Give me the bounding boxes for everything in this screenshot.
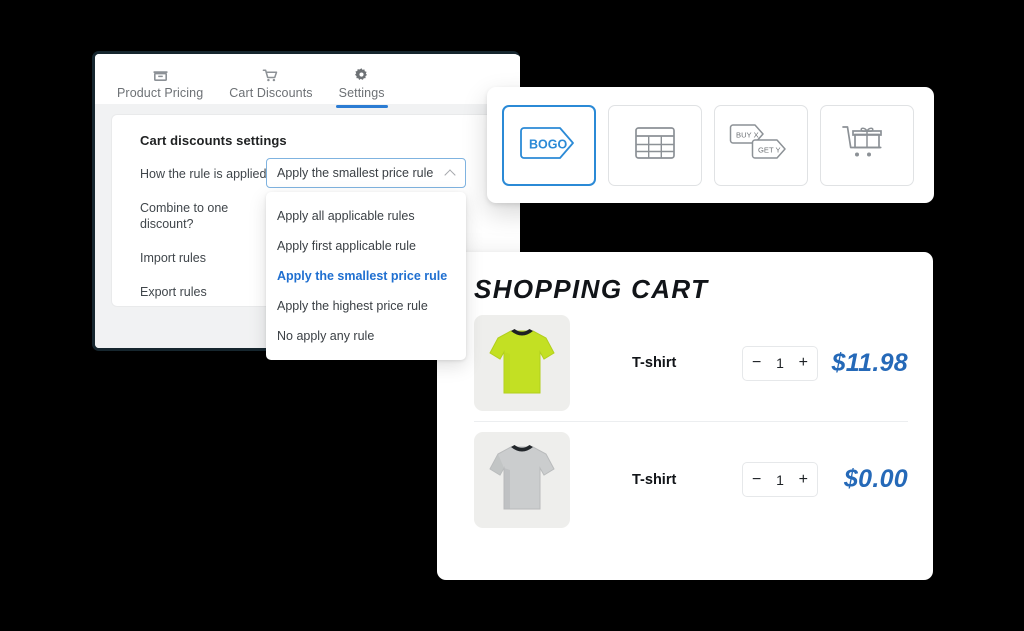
- buy-x-get-y-tags-icon: BUY X GET Y: [728, 122, 794, 169]
- tab-label: Cart Discounts: [229, 86, 313, 100]
- rule-applied-dropdown-menu: Apply all applicable rules Apply first a…: [266, 192, 466, 360]
- decrease-quantity-button[interactable]: −: [752, 355, 761, 371]
- screenshot-root: Product Pricing Cart Discounts Settings …: [0, 0, 1024, 631]
- tab-product-pricing[interactable]: Product Pricing: [117, 66, 203, 104]
- bogo-tag-icon: BOGO: [518, 125, 580, 166]
- dropdown-option-selected[interactable]: Apply the smallest price rule: [266, 261, 466, 291]
- dropdown-option[interactable]: Apply the highest price rule: [266, 291, 466, 321]
- quantity-stepper[interactable]: − 1 +: [742, 462, 818, 497]
- cart-title: SHOPPING CART: [474, 274, 709, 304]
- card-title: Cart discounts settings: [140, 133, 287, 148]
- item-price: $11.98: [831, 348, 908, 377]
- discount-type-card-buy-x-get-y[interactable]: BUY X GET Y: [714, 104, 808, 186]
- decrease-quantity-button[interactable]: −: [752, 471, 761, 488]
- gear-icon: [353, 66, 370, 83]
- setting-label: Combine to one discount?: [140, 201, 229, 231]
- svg-text:BUY X: BUY X: [736, 130, 759, 139]
- dropdown-option[interactable]: Apply all applicable rules: [266, 201, 466, 231]
- cart-icon: [262, 66, 279, 83]
- product-thumbnail: [474, 315, 570, 411]
- tab-label: Product Pricing: [117, 86, 204, 100]
- setting-label: Export rules: [140, 285, 207, 299]
- tab-settings[interactable]: Settings: [335, 66, 388, 108]
- quantity-value: 1: [776, 355, 784, 371]
- svg-text:GET Y: GET Y: [758, 145, 781, 154]
- cart-gift-icon: [840, 122, 894, 169]
- dropdown-option[interactable]: Apply first applicable rule: [266, 231, 466, 261]
- tab-cart-discounts[interactable]: Cart Discounts: [229, 66, 313, 104]
- product-thumbnail: [474, 431, 570, 528]
- dropdown-option[interactable]: No apply any rule: [266, 321, 466, 351]
- box-icon: [152, 66, 169, 83]
- discount-type-card-cart-gift[interactable]: [820, 104, 914, 186]
- table-grid-icon: [634, 125, 676, 166]
- setting-label: Import rules: [140, 251, 206, 265]
- discount-type-card-bogo[interactable]: BOGO: [502, 104, 596, 186]
- product-name: T-shirt: [632, 355, 677, 371]
- setting-label: How the rule is applied: [140, 167, 267, 181]
- product-name: T-shirt: [632, 471, 677, 488]
- increase-quantity-button[interactable]: +: [799, 355, 808, 371]
- chevron-up-icon: [445, 168, 456, 179]
- quantity-stepper[interactable]: − 1 +: [742, 345, 818, 381]
- quantity-value: 1: [776, 471, 784, 488]
- discount-type-panel: BOGO BUY X GET Y: [487, 87, 934, 203]
- increase-quantity-button[interactable]: +: [799, 471, 808, 488]
- item-price: $0.00: [843, 465, 908, 493]
- select-value: Apply the smallest price rule: [277, 166, 434, 180]
- svg-text:BOGO: BOGO: [529, 137, 567, 151]
- discount-type-card-table[interactable]: [608, 104, 702, 186]
- cart-item-row: T-shirt − 1 + $0.00: [474, 421, 908, 537]
- shopping-cart-panel: SHOPPING CART T-shirt − 1 + $11.98 T-shi…: [437, 252, 933, 580]
- rule-applied-select[interactable]: Apply the smallest price rule: [266, 158, 466, 188]
- gray-tshirt-image: [484, 437, 560, 522]
- tab-label: Settings: [338, 86, 385, 100]
- settings-tabbar: Product Pricing Cart Discounts Settings: [95, 54, 520, 108]
- lime-tshirt-image: [484, 321, 560, 406]
- cart-item-row: T-shirt − 1 + $11.98: [474, 305, 908, 421]
